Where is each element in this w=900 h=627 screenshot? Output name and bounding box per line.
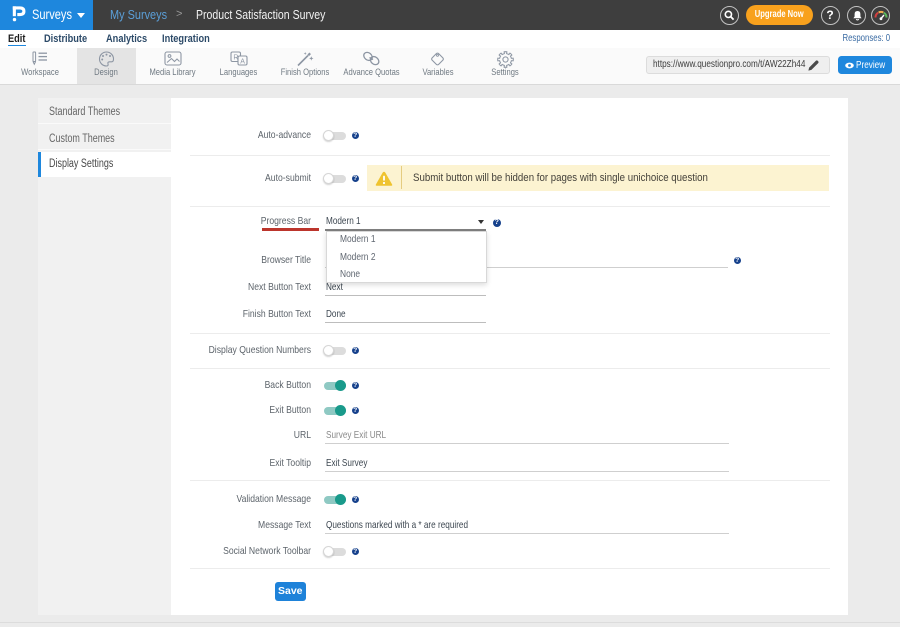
svg-text:A: A: [240, 58, 245, 65]
